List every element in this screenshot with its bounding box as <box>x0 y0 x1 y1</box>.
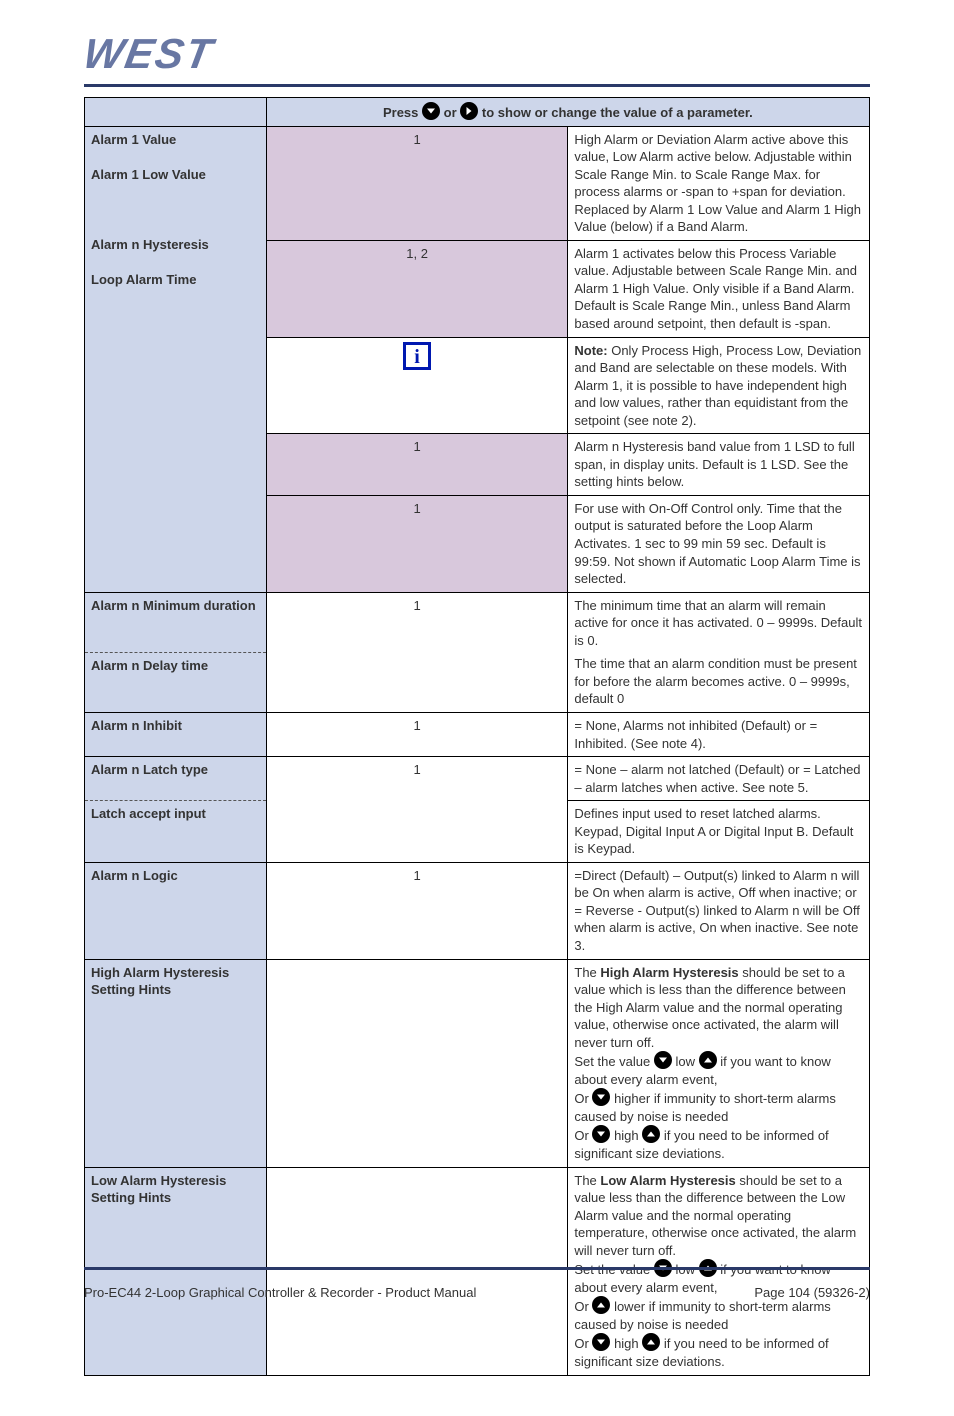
note-r8: 1 <box>266 757 568 863</box>
desc-r11: The High Alarm Hysteresis should be set … <box>568 959 870 1167</box>
hint-r12-3: Or high if you need to be informed of si… <box>574 1333 863 1370</box>
down-icon <box>592 1125 610 1143</box>
footer-right: Page 104 (59326-2) <box>754 1285 870 1300</box>
down-icon <box>592 1088 610 1106</box>
down-icon <box>654 1051 672 1069</box>
footer-left: Pro-EC44 2-Loop Graphical Controller & R… <box>84 1285 476 1300</box>
desc-r0: High Alarm or Deviation Alarm active abo… <box>568 126 870 240</box>
note-r2: i <box>266 337 568 434</box>
desc-r5: The minimum time that an alarm will rema… <box>574 597 863 650</box>
lbl-alarm1-low: Alarm 1 Low Value <box>91 166 260 184</box>
note-r10: 1 <box>266 862 568 959</box>
parameter-table: Press or to show or change the value of … <box>84 97 870 1376</box>
note-r5: 1 <box>266 592 568 712</box>
hint-r11-1: Set the value low if you want to know ab… <box>574 1051 863 1088</box>
bottom-rule <box>84 1267 870 1270</box>
param-inhibit: Alarm n Inhibit <box>85 712 267 756</box>
hint-r12-2: Or lower if immunity to short-term alarm… <box>574 1296 863 1333</box>
lbl-alarm1-value: Alarm 1 Value <box>91 131 260 149</box>
param-delay: Alarm n Delay time <box>85 652 267 712</box>
note-r7: 1 <box>266 712 568 756</box>
note-r1: 1, 2 <box>266 240 568 337</box>
hdr-blank <box>85 98 267 127</box>
down-icon <box>592 1333 610 1351</box>
up-icon <box>592 1296 610 1314</box>
note-r12 <box>266 1167 568 1375</box>
desc-r2: Note: Only Process High, Process Low, De… <box>568 337 870 434</box>
hint-r11-2: Or higher if immunity to short-term alar… <box>574 1088 863 1125</box>
desc-r9: Defines input used to reset latched alar… <box>568 801 870 863</box>
info-icon: i <box>403 342 431 370</box>
desc-r8: = None – alarm not latched (Default) or … <box>568 757 870 801</box>
desc-r12: The Low Alarm Hysteresis should be set t… <box>568 1167 870 1375</box>
desc-r7: = None, Alarms not inhibited (Default) o… <box>568 712 870 756</box>
up-icon <box>642 1125 660 1143</box>
param-latch-accept: Latch accept input <box>85 801 267 863</box>
desc-r6: The time that an alarm condition must be… <box>574 655 863 708</box>
down-icon <box>422 102 440 120</box>
hint-r12-0: The Low Alarm Hysteresis should be set t… <box>574 1172 863 1260</box>
top-rule <box>84 84 870 87</box>
hint-r11-3: Or high if you need to be informed of si… <box>574 1125 863 1162</box>
param-high-hints: High Alarm Hysteresis Setting Hints <box>85 959 267 1167</box>
desc-r3: Alarm n Hysteresis band value from 1 LSD… <box>568 434 870 496</box>
desc-r1: Alarm 1 activates below this Process Var… <box>568 240 870 337</box>
lbl-alarmn-hyst: Alarm n Hysteresis <box>91 236 260 254</box>
param-group-alarm1: Alarm 1 Value Alarm 1 Low Value Alarm n … <box>85 126 267 592</box>
desc-r10: =Direct (Default) – Output(s) linked to … <box>568 862 870 959</box>
note-r0: 1 <box>266 126 568 240</box>
param-min-duration: Alarm n Minimum duration <box>85 592 267 652</box>
param-logic: Alarm n Logic <box>85 862 267 959</box>
param-latch-type: Alarm n Latch type <box>85 757 267 801</box>
lbl-loop-alarm: Loop Alarm Time <box>91 271 260 289</box>
note-r11 <box>266 959 568 1167</box>
up-icon <box>642 1333 660 1351</box>
desc-r4: For use with On-Off Control only. Time t… <box>568 495 870 592</box>
up-icon <box>699 1051 717 1069</box>
hdr-instruction: Press or to show or change the value of … <box>266 98 869 127</box>
right-icon <box>460 102 478 120</box>
desc-r5r6: The minimum time that an alarm will rema… <box>568 592 870 712</box>
brand-logo: WEST <box>84 30 870 78</box>
note-r4: 1 <box>266 495 568 592</box>
hint-r11-0: The High Alarm Hysteresis should be set … <box>574 964 863 1052</box>
param-low-hints: Low Alarm Hysteresis Setting Hints <box>85 1167 267 1375</box>
note-r3: 1 <box>266 434 568 496</box>
